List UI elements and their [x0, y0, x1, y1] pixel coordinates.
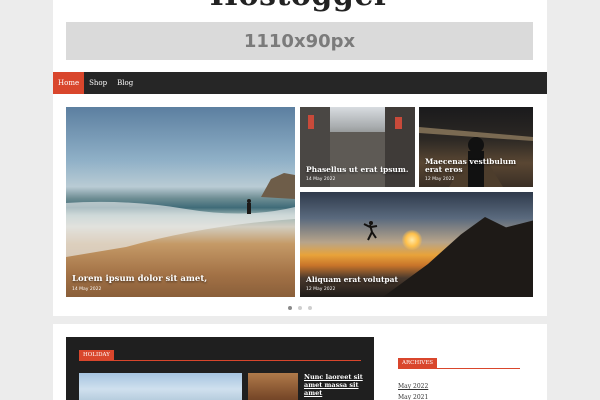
holiday-section-label: HOLIDAY: [79, 350, 114, 360]
archives-rule: [398, 368, 520, 369]
slider-dot-3[interactable]: [308, 306, 312, 310]
jumping-person-silhouette: [363, 221, 378, 241]
nav-item-home[interactable]: Home: [53, 72, 85, 94]
nav-item-shop[interactable]: Shop: [84, 72, 112, 94]
holiday-post-image-large[interactable]: [79, 373, 242, 400]
holiday-section-rule: [79, 360, 361, 361]
featured-post-1-caption: Lorem ipsum dolor sit amet, 14 May 2022: [72, 274, 291, 292]
archives-widget: ARCHIVES May 2022 May 2021: [398, 349, 523, 400]
holiday-section: HOLIDAY Nunc laoreet sit amet massa sit …: [66, 337, 374, 400]
featured-post-2[interactable]: Phasellus ut erat ipsum. 14 May 2022: [300, 107, 415, 187]
featured-post-3-date: 12 May 2022: [425, 177, 455, 182]
featured-post-2-date: 14 May 2022: [306, 177, 336, 182]
sunset-sun: [402, 230, 422, 250]
featured-post-4-title[interactable]: Aliquam erat volutpat: [306, 275, 529, 284]
featured-post-4[interactable]: Aliquam erat volutpat 12 May 2022: [300, 192, 533, 297]
featured-post-3-caption: Maecenas vestibulum erat eros 12 May 202…: [425, 157, 529, 182]
featured-post-3-title[interactable]: Maecenas vestibulum erat eros: [425, 157, 529, 175]
nav-item-blog[interactable]: Blog: [112, 72, 138, 94]
featured-post-1-date: 14 May 2022: [72, 287, 102, 292]
featured-post-4-date: 12 May 2022: [306, 287, 336, 292]
slider-pagination: [53, 306, 547, 310]
featured-post-2-title[interactable]: Phasellus ut erat ipsum.: [306, 165, 411, 174]
archive-link-may-2021[interactable]: May 2021: [398, 392, 523, 400]
featured-post-1[interactable]: Lorem ipsum dolor sit amet, 14 May 2022: [66, 107, 295, 297]
section-divider: [53, 316, 547, 324]
main-navigation: Home Shop Blog: [53, 72, 547, 94]
holiday-post-image-small[interactable]: [248, 373, 298, 400]
featured-post-3[interactable]: Maecenas vestibulum erat eros 12 May 202…: [419, 107, 533, 187]
beach-photo: [66, 173, 295, 257]
slider-dot-2[interactable]: [298, 306, 302, 310]
archives-label: ARCHIVES: [398, 358, 438, 368]
featured-post-2-caption: Phasellus ut erat ipsum. 14 May 2022: [306, 165, 411, 182]
featured-post-4-caption: Aliquam erat volutpat 12 May 2022: [306, 275, 529, 292]
holiday-post-title[interactable]: Nunc laoreet sit amet massa sit amet: [304, 373, 366, 397]
page-container: Hostogger 1110x90px Home Shop Blog Lorem…: [53, 0, 547, 400]
featured-post-1-title[interactable]: Lorem ipsum dolor sit amet,: [72, 274, 291, 284]
archives-list: May 2022 May 2021: [398, 381, 523, 400]
site-title[interactable]: Hostogger: [53, 0, 547, 13]
ad-banner[interactable]: 1110x90px: [66, 22, 533, 60]
archive-link-may-2022[interactable]: May 2022: [398, 381, 523, 392]
slider-dot-1[interactable]: [288, 306, 292, 310]
